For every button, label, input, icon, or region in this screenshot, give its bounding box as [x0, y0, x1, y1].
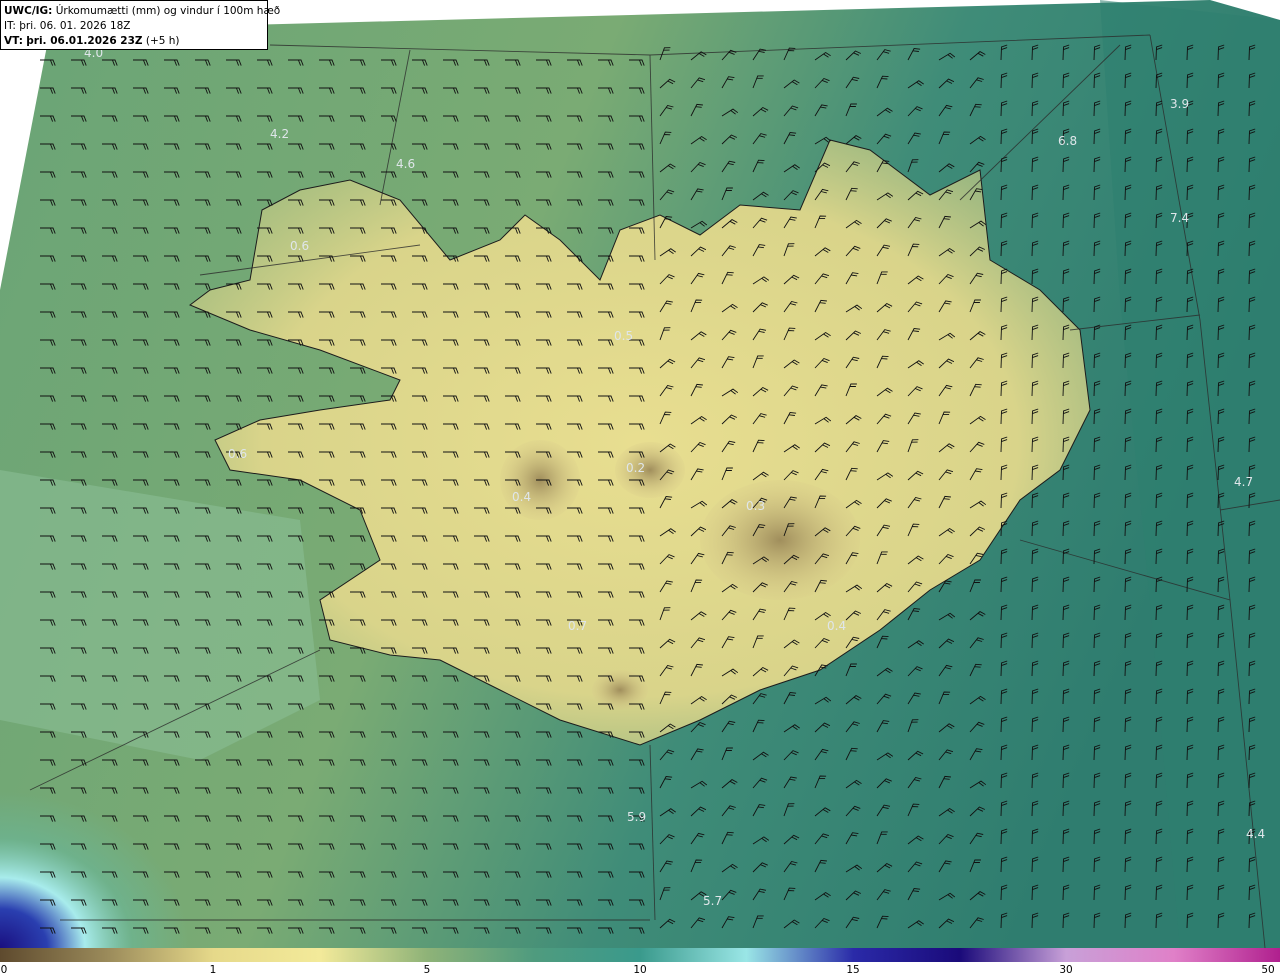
point-label: 0.7: [568, 619, 587, 633]
point-label: 4.6: [396, 157, 415, 171]
point-label: 7.4: [1170, 211, 1189, 225]
colorbar-tick: 0: [0, 964, 8, 976]
point-label: 6.8: [1058, 134, 1077, 148]
model-name: UWC/IG:: [4, 5, 53, 17]
colorbar-tick: 10: [633, 964, 647, 976]
point-label: 0.6: [290, 239, 309, 253]
point-label: 0.4: [512, 490, 531, 504]
point-label: 0.2: [626, 461, 645, 475]
point-label: 5.7: [703, 894, 722, 908]
map-title-box: UWC/IG: Úrkomumætti (mm) og vindur í 100…: [0, 0, 280, 50]
point-label: 0.4: [827, 619, 846, 633]
point-label: 0.5: [614, 329, 633, 343]
point-label: 4.7: [1234, 475, 1253, 489]
valid-time-offset: (+5 h): [145, 35, 180, 47]
point-label: 4.2: [270, 127, 289, 141]
valid-time: þri. 06.01.2026 23Z: [26, 35, 143, 47]
point-label: 4.4: [1246, 827, 1265, 841]
colorbar-tick: 50: [1261, 964, 1275, 976]
glacier-vatnajokull: [700, 480, 860, 600]
colorbar-tick: 15: [846, 964, 860, 976]
precipitation-wind-map: 4.0 4.2 4.6 6.8 3.9 7.4 4.7 4.4 5.9 5.7 …: [0, 0, 1280, 948]
colorbar-tick: 5: [423, 964, 431, 976]
map-description: Úrkomumætti (mm) og vindur í 100m hæð: [55, 5, 281, 17]
colorbar-tick: 30: [1059, 964, 1073, 976]
initial-time: IT: þri. 06. 01. 2026 18Z: [4, 20, 131, 32]
point-label: 5.9: [627, 810, 646, 824]
point-label: 0.6: [228, 447, 247, 461]
point-label: 3.9: [1170, 97, 1189, 111]
colorbar: [0, 948, 1280, 962]
point-label: 0.3: [746, 499, 765, 513]
colorbar-tick: 1: [209, 964, 217, 976]
valid-time-prefix: VT:: [4, 35, 23, 47]
